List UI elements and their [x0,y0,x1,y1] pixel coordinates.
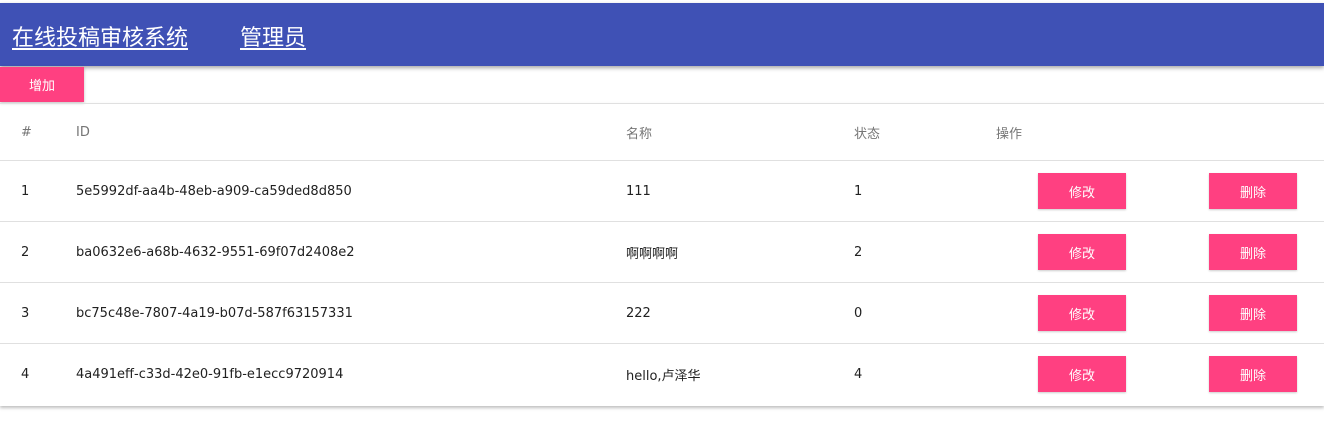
table-header-row: # ID 名称 状态 操作 [0,104,1324,161]
admin-link[interactable]: 管理员 [240,20,306,52]
column-header-number: # [21,124,32,140]
delete-button[interactable]: 删除 [1209,173,1297,209]
row-status: 1 [854,183,863,199]
delete-button[interactable]: 删除 [1209,234,1297,270]
row-name: hello,卢泽华 [626,369,701,384]
data-table: # ID 名称 状态 操作 1 5e5992df-aa4b-48eb-a909-… [0,103,1324,406]
table-row: 2 ba0632e6-a68b-4632-9551-69f07d2408e2 啊… [0,222,1324,283]
row-status: 4 [854,367,863,382]
column-header-actions: 操作 [996,126,1023,142]
delete-button[interactable]: 删除 [1209,295,1297,331]
row-name: 111 [626,183,651,199]
row-number: 3 [21,305,30,321]
table-row: 3 bc75c48e-7807-4a19-b07d-587f63157331 2… [0,283,1324,344]
table-row: 4 4a491eff-c33d-42e0-91fb-e1ecc9720914 h… [0,344,1324,405]
row-status: 2 [854,244,863,260]
row-id: ba0632e6-a68b-4632-9551-69f07d2408e2 [76,244,355,260]
column-header-id: ID [76,124,90,140]
row-status: 0 [854,305,863,321]
add-button[interactable]: 增加 [0,67,84,102]
table-row: 1 5e5992df-aa4b-48eb-a909-ca59ded8d850 1… [0,161,1324,222]
row-id: 4a491eff-c33d-42e0-91fb-e1ecc9720914 [76,367,344,382]
row-id: bc75c48e-7807-4a19-b07d-587f63157331 [76,305,353,321]
column-header-name: 名称 [626,126,653,142]
delete-button[interactable]: 删除 [1209,356,1297,392]
row-id: 5e5992df-aa4b-48eb-a909-ca59ded8d850 [76,183,352,199]
row-name: 啊啊啊啊 [626,246,679,262]
app-header: 在线投稿审核系统 管理员 [0,3,1324,66]
row-name: 222 [626,305,651,321]
edit-button[interactable]: 修改 [1038,173,1126,209]
edit-button[interactable]: 修改 [1038,234,1126,270]
edit-button[interactable]: 修改 [1038,356,1126,392]
row-number: 1 [21,183,30,199]
app-title-link[interactable]: 在线投稿审核系统 [12,20,188,52]
edit-button[interactable]: 修改 [1038,295,1126,331]
row-number: 4 [21,367,30,382]
column-header-status: 状态 [854,126,881,142]
row-number: 2 [21,244,30,260]
